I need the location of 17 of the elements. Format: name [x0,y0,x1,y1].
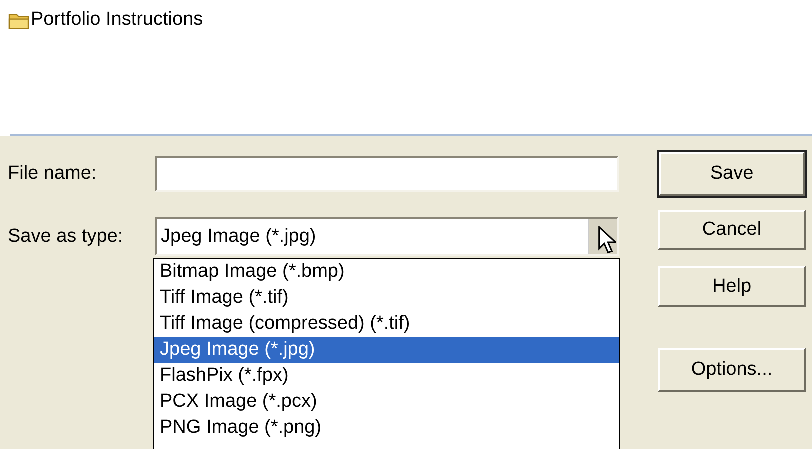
folder-title: Portfolio Instructions [31,9,204,31]
dialog-button[interactable]: Save [658,151,806,197]
dialog-button[interactable]: Help [658,266,806,307]
mouse-pointer-icon [598,226,616,254]
dropdown-option[interactable]: Jpeg Image (*.jpg) [154,337,619,363]
type-dropdown[interactable]: Jpeg Image (*.jpg) [155,217,619,256]
dropdown-option[interactable]: PNG Image (*.png) [154,415,619,441]
field-label: File name: [8,163,98,185]
dropdown-option[interactable]: Tiff Image (*.tif) [154,285,619,311]
dialog-button[interactable]: Cancel [658,210,806,250]
dropdown-option[interactable]: Bitmap Image (*.bmp) [154,259,619,285]
file-name-field[interactable] [155,156,619,192]
dropdown-option[interactable]: Tiff Image (compressed) (*.tif) [154,311,619,337]
dialog-button[interactable]: Options... [658,348,806,392]
dropdown-option[interactable]: FlashPix (*.fpx) [154,363,619,389]
field-label: Save as type: [8,226,124,248]
dropdown-option[interactable]: PCX Image (*.pcx) [154,389,619,415]
